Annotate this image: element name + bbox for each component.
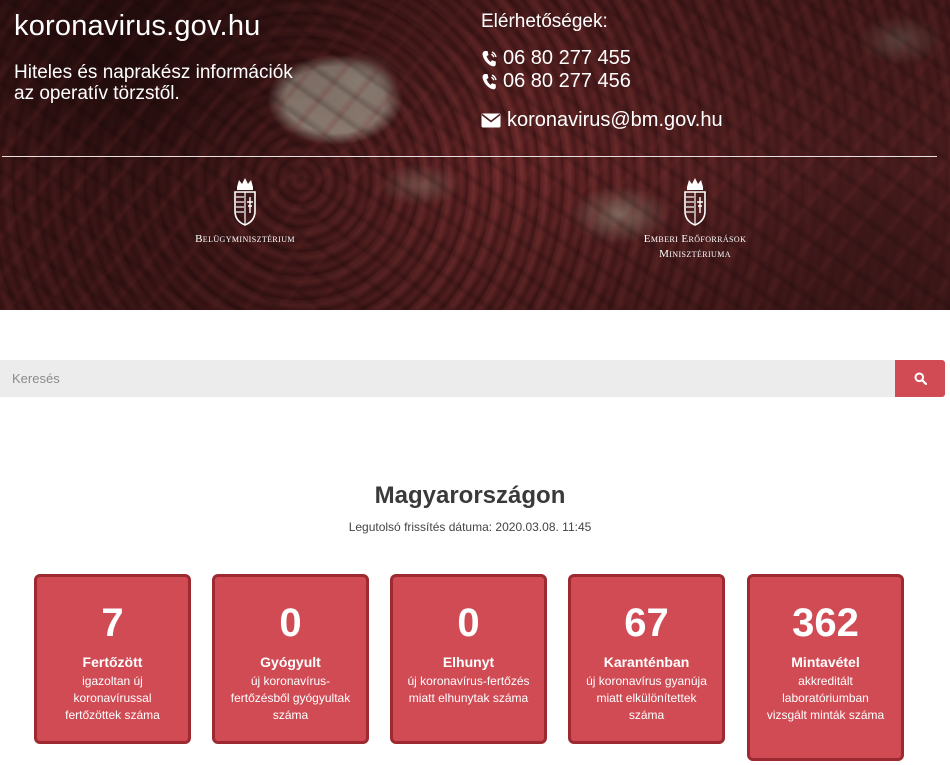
stat-label: Mintavétel [791, 654, 860, 670]
stat-label: Karanténban [603, 654, 690, 670]
search-icon [914, 372, 927, 385]
hero-header: koronavirus.gov.hu Hiteles és naprakész … [0, 0, 950, 310]
site-title[interactable]: koronavirus.gov.hu [14, 10, 260, 43]
ministry-name: Minisztériuma [659, 248, 731, 260]
stat-value: 0 [279, 601, 302, 645]
stat-label: Gyógyult [260, 654, 321, 670]
search-bar [0, 360, 945, 397]
stat-value: 362 [792, 601, 859, 645]
stat-description: akkreditált laboratóriumban vizsgált min… [766, 674, 885, 722]
stat-value: 7 [101, 601, 124, 645]
tagline-line: Hiteles és naprakész információk [14, 62, 293, 83]
ministry-logo-emmi[interactable]: Emberi Erőforrások Minisztériuma [610, 175, 780, 261]
email-link[interactable]: koronavirus@bm.gov.hu [481, 109, 723, 132]
ministry-name: Emberi Erőforrások [643, 233, 747, 245]
stat-card-recovered: 0 Gyógyult új koronavírus-fertőzésből gy… [212, 574, 369, 744]
phone-link[interactable]: 06 80 277 455 [481, 47, 631, 70]
stat-description: új koronavírus-fertőzés miatt elhunytak … [407, 674, 530, 705]
coat-of-arms-icon [684, 178, 706, 226]
ministry-logo-belugy[interactable]: Belügyminisztérium [160, 175, 330, 246]
search-input[interactable] [0, 360, 895, 397]
stat-label: Elhunyt [442, 654, 495, 670]
email-address: koronavirus@bm.gov.hu [507, 109, 723, 131]
tagline: Hiteles és naprakész információk az oper… [14, 62, 374, 104]
ministry-name: Belügyminisztérium [195, 233, 295, 245]
stat-card-samples: 362 Mintavétel akkreditált laboratóriumb… [747, 574, 904, 761]
phone-link[interactable]: 06 80 277 456 [481, 70, 631, 93]
phone-icon [482, 73, 497, 89]
phone-icon [482, 50, 497, 66]
phone-number: 06 80 277 455 [503, 47, 631, 69]
stat-value: 67 [624, 601, 669, 645]
phone-number: 06 80 277 456 [503, 70, 631, 92]
contact-heading: Elérhetőségek: [481, 11, 608, 32]
stat-card-quarantined: 67 Karanténban új koronavírus gyanúja mi… [568, 574, 725, 744]
last-update: Legutolsó frissítés dátuma: 2020.03.08. … [348, 520, 592, 534]
hero-divider [2, 156, 937, 157]
stat-label: Fertőzött [82, 654, 143, 670]
stat-description: új koronavírus-fertőzésből gyógyultak sz… [230, 674, 351, 722]
stat-card-infected: 7 Fertőzött igazoltan új koronavírussal … [34, 574, 191, 744]
stat-description: igazoltan új koronavírussal fertőzöttek … [65, 674, 160, 722]
section-title: Magyarországon [374, 482, 566, 509]
stat-value: 0 [457, 601, 480, 645]
tagline-line: az operatív törzstől. [14, 83, 180, 104]
mail-icon [481, 113, 501, 128]
stat-description: új koronavírus gyanúja miatt elkülönítet… [586, 674, 707, 722]
search-button[interactable] [895, 360, 945, 397]
stat-card-deceased: 0 Elhunyt új koronavírus-fertőzés miatt … [390, 574, 547, 744]
coat-of-arms-icon [234, 178, 256, 226]
